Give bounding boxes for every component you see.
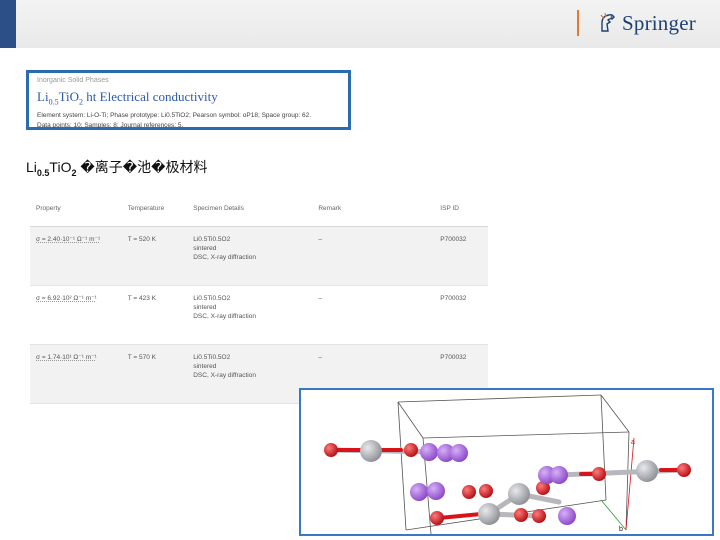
crystal-structure-viewer[interactable]: a b [299, 388, 714, 536]
cell-property[interactable]: σ = 2.40·10⁻¹ Ω⁻¹ m⁻¹ [30, 226, 122, 286]
cell-temperature: T = 423 K [121, 285, 188, 345]
crystal-structure-canvas[interactable]: a b [301, 390, 712, 534]
cell-isp-id[interactable]: P700032 [434, 285, 488, 345]
axis-label-a: a [631, 439, 635, 446]
header-accent-bar [0, 0, 16, 48]
header-property[interactable]: Property [30, 190, 122, 227]
cell-isp-id[interactable]: P700032 [434, 226, 488, 286]
table-row: σ = 6.92·10² Ω⁻¹ m⁻¹ T = 423 K Li0.5Ti0.… [30, 285, 488, 345]
cell-temperature: T = 570 K [121, 344, 188, 404]
cell-remark: – [312, 285, 435, 345]
table-header-row: Property Temperature Specimen Details Re… [30, 190, 488, 227]
header-temperature[interactable]: Temperature [121, 190, 188, 227]
brand-name: Springer [622, 10, 696, 35]
cell-temperature: T = 520 K [121, 226, 188, 286]
cell-property[interactable]: σ = 6.92·10² Ω⁻¹ m⁻¹ [30, 285, 122, 345]
table-row: σ = 2.40·10⁻¹ Ω⁻¹ m⁻¹ T = 520 K Li0.5Ti0… [30, 226, 488, 286]
header-specimen-details[interactable]: Specimen Details [187, 190, 313, 227]
record-info-card[interactable]: Inorganic Solid Phases Li0.5TiO2 ht Elec… [26, 70, 351, 130]
cell-specimen: Li0.5Ti0.5O2 sintered DSC, X-ray diffrac… [187, 344, 313, 404]
springer-logo[interactable]: Springer [598, 10, 696, 36]
cell-specimen: Li0.5Ti0.5O2 sintered DSC, X-ray diffrac… [187, 285, 313, 345]
header-remark[interactable]: Remark [312, 190, 435, 227]
axis-label-b: b [619, 526, 623, 533]
record-kicker: Inorganic Solid Phases [37, 77, 109, 84]
conductivity-table: Property Temperature Specimen Details Re… [30, 190, 488, 404]
cell-specimen: Li0.5Ti0.5O2 sintered DSC, X-ray diffrac… [187, 226, 313, 286]
record-meta: Element system: Li-O-Ti; Phase prototype… [37, 111, 340, 131]
cell-remark: – [312, 226, 435, 286]
record-meta-line1: Element system: Li-O-Ti; Phase prototype… [37, 111, 312, 119]
record-title[interactable]: Li0.5TiO2 ht Electrical conductivity [37, 89, 340, 107]
record-meta-line2: Data points: 10; Samples: 8; Journal ref… [37, 121, 184, 129]
header-divider [577, 10, 579, 36]
header-isp-id[interactable]: ISP ID [434, 190, 488, 227]
horse-icon [600, 12, 615, 32]
cell-property[interactable]: σ = 1.74·10¹ Ω⁻¹ m⁻¹ [30, 344, 122, 404]
slide-caption: Li0.5TiO2 �离子�池�极材料 [26, 159, 208, 178]
